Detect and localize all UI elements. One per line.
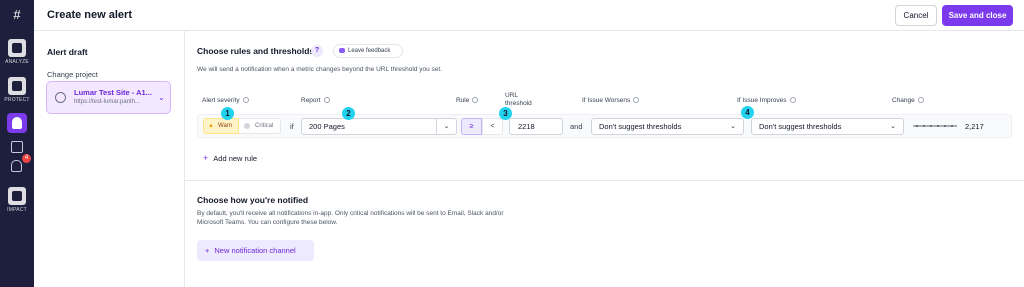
project-url: https://test-lumar.panth... (74, 99, 141, 105)
col-rule: Rule (456, 97, 479, 104)
col-if-issue-improves: If Issue Improves (737, 97, 796, 104)
report-select-value: 200 Pages (309, 122, 345, 131)
rule-lt-button[interactable]: < (482, 118, 503, 135)
left-rail: # ANALYZE PROTECT 4 IMPACT (0, 0, 34, 287)
step-marker-2: 2 (342, 107, 355, 120)
change-value: 2,217 (965, 122, 984, 131)
col-alert-severity: Alert severity (202, 97, 249, 104)
leave-feedback-button[interactable]: Leave feedback (333, 44, 403, 58)
add-new-rule-button[interactable]: + Add new rule (203, 153, 257, 163)
step-marker-1: 1 (221, 107, 234, 120)
project-selector[interactable]: Lumar Test Site - A1... https://test-lum… (46, 81, 171, 114)
worsens-select-value: Don't suggest thresholds (599, 122, 682, 131)
col-report: Report (301, 97, 330, 104)
col-rule-label: Rule (456, 97, 470, 104)
col-if-issue-worsens: If Issue Worsens (582, 97, 640, 104)
change-sparkline (913, 125, 957, 127)
nav-protect-label: PROTECT (4, 97, 30, 103)
worsens-select[interactable]: Don't suggest thresholds ⌄ (591, 118, 744, 135)
plus-icon: + (205, 246, 210, 255)
rules-section-title: Choose rules and thresholds (197, 46, 315, 56)
url-threshold-input[interactable]: 2218 (509, 118, 563, 135)
chevron-down-icon: ⌄ (730, 123, 736, 130)
section-divider (185, 180, 1024, 181)
page-title: Create new alert (47, 9, 132, 21)
severity-critical-toggle[interactable]: Critical (239, 118, 281, 134)
page-header: Create new alert Cancel Save and close (34, 0, 1024, 31)
cancel-button[interactable]: Cancel (895, 5, 937, 26)
lumar-logo-icon[interactable]: # (9, 7, 25, 23)
rules-description: We will send a notification when a metri… (197, 66, 442, 73)
analyze-icon (8, 39, 26, 57)
and-text: and (570, 122, 583, 131)
new-notification-channel-button[interactable]: + New notification channel (197, 240, 314, 261)
notification-count-badge: 4 (22, 154, 31, 163)
main-content: Choose rules and thresholds ? Leave feed… (185, 31, 1024, 287)
protect-icon (8, 77, 26, 95)
info-icon (323, 97, 330, 104)
plus-icon: + (203, 153, 209, 163)
project-name: Lumar Test Site - A1... (74, 88, 152, 97)
info-icon (242, 97, 249, 104)
severity-warn-toggle[interactable]: Warn (203, 118, 239, 134)
dashboard-grid-icon[interactable] (11, 141, 23, 153)
col-alert-severity-label: Alert severity (202, 97, 240, 104)
alert-draft-panel: Alert draft Change project Lumar Test Si… (34, 31, 185, 287)
improves-select-value: Don't suggest thresholds (759, 122, 842, 131)
nav-impact-label: IMPACT (7, 207, 27, 213)
globe-icon (55, 92, 66, 103)
nav-impact[interactable]: IMPACT (0, 187, 34, 213)
col-report-label: Report (301, 97, 321, 104)
nav-protect[interactable]: PROTECT (0, 77, 34, 103)
alert-draft-title: Alert draft (47, 47, 88, 57)
info-icon (633, 97, 640, 104)
col-change-label: Change (892, 97, 915, 104)
col-if-issue-improves-label: If Issue Improves (737, 97, 787, 104)
rule-gte-button[interactable]: ≥ (461, 118, 482, 135)
notify-description: By default, you'll receive all notificat… (197, 210, 504, 226)
info-icon (789, 97, 796, 104)
add-new-rule-label: Add new rule (213, 154, 258, 163)
info-icon (472, 97, 479, 104)
info-icon (917, 97, 924, 104)
chevron-down-icon: ⌄ (436, 119, 456, 134)
report-select[interactable]: 200 Pages ⌄ (301, 118, 457, 135)
help-icon[interactable]: ? (311, 45, 323, 57)
col-url-threshold-line1: URL (505, 92, 519, 99)
col-url-threshold: URL threshold (505, 92, 532, 108)
save-and-close-button[interactable]: Save and close (942, 5, 1013, 26)
nav-analyze[interactable]: ANALYZE (0, 39, 34, 65)
alerts-active-icon[interactable] (7, 113, 27, 133)
step-marker-3: 3 (499, 107, 512, 120)
change-project-label: Change project (47, 70, 98, 79)
bell-icon[interactable] (11, 160, 22, 172)
improves-select[interactable]: Don't suggest thresholds ⌄ (751, 118, 904, 135)
chevron-down-icon: ⌄ (158, 93, 165, 102)
new-notification-channel-label: New notification channel (214, 246, 296, 255)
col-url-threshold-line2: threshold (505, 100, 532, 107)
nav-analyze-label: ANALYZE (5, 59, 29, 65)
if-text: if (290, 122, 294, 131)
col-if-issue-worsens-label: If Issue Worsens (582, 97, 631, 104)
step-marker-4: 4 (741, 106, 754, 119)
impact-icon (8, 187, 26, 205)
col-change: Change (892, 97, 924, 104)
notify-section-title: Choose how you're notified (197, 195, 309, 205)
chevron-down-icon: ⌄ (890, 123, 896, 130)
